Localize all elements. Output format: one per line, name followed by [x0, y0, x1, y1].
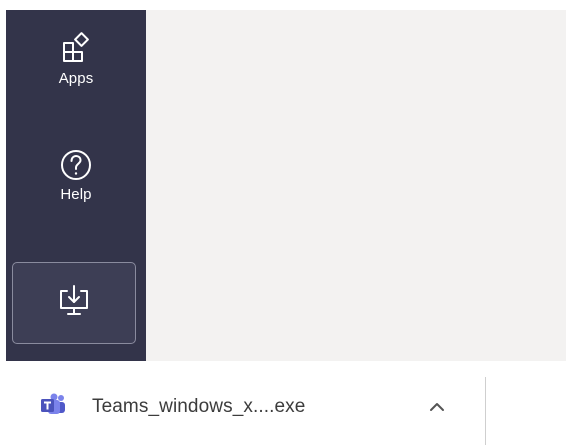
teams-window: Apps Help — [0, 0, 566, 361]
chevron-up-icon[interactable] — [423, 395, 451, 419]
sidebar-item-help[interactable]: Help — [6, 148, 146, 203]
download-item[interactable]: Teams_windows_x....exe — [40, 389, 460, 425]
download-desktop-app-button[interactable] — [12, 262, 136, 344]
download-file-name: Teams_windows_x....exe — [92, 396, 306, 417]
sidebar-item-apps[interactable]: Apps — [6, 32, 146, 87]
download-shelf-divider — [485, 377, 486, 445]
download-desktop-icon — [56, 283, 92, 324]
apps-icon — [59, 32, 93, 66]
help-icon — [59, 148, 93, 182]
download-shelf: Teams_windows_x....exe — [0, 361, 566, 445]
app-bar: Apps Help — [6, 10, 146, 361]
sidebar-item-label: Help — [60, 186, 92, 203]
sidebar-item-label: Apps — [58, 70, 94, 87]
teams-app-icon — [40, 393, 92, 422]
main-content-area — [146, 10, 566, 361]
